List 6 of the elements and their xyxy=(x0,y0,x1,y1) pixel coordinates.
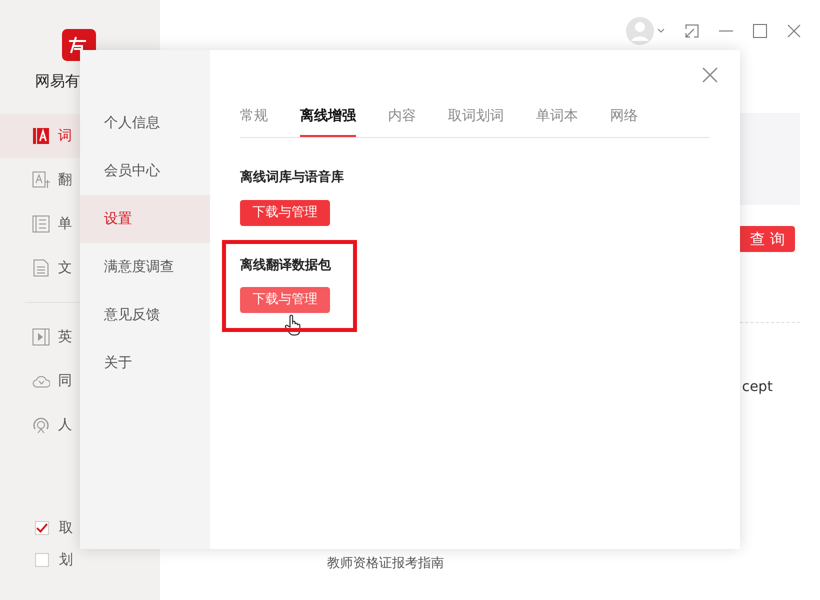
section-title: 离线翻译数据包 xyxy=(240,256,332,274)
example-text: cept xyxy=(742,378,774,397)
option-label: 取 xyxy=(59,518,73,538)
option-label: 划 xyxy=(59,550,73,570)
section-title: 离线词库与语音库 xyxy=(240,168,345,187)
app-name: 网易有 xyxy=(35,71,81,91)
